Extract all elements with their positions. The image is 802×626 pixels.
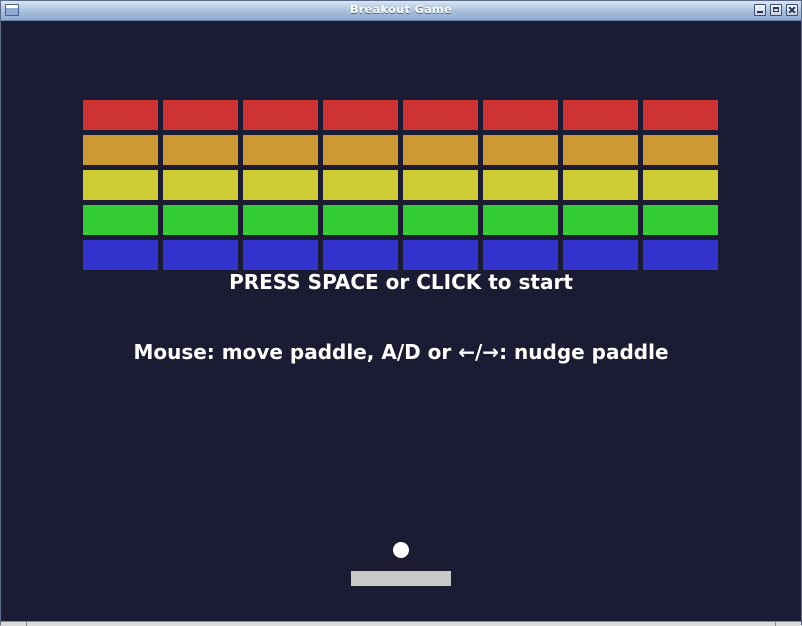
brick (243, 135, 318, 165)
brick (563, 240, 638, 270)
brick (563, 205, 638, 235)
brick (323, 100, 398, 130)
brick (243, 100, 318, 130)
brick (643, 205, 718, 235)
ball (393, 542, 409, 558)
brick (563, 135, 638, 165)
bottom-edge-divider-right (775, 622, 776, 626)
brick (83, 100, 158, 130)
brick (83, 135, 158, 165)
brick (403, 100, 478, 130)
brick (483, 170, 558, 200)
brick (323, 240, 398, 270)
brick (483, 240, 558, 270)
bottom-edge-divider-left (26, 622, 27, 626)
brick (163, 100, 238, 130)
brick (403, 170, 478, 200)
brick (643, 170, 718, 200)
window-title: Breakout Game (349, 3, 453, 16)
brick (243, 205, 318, 235)
close-button[interactable] (786, 4, 798, 16)
brick (563, 100, 638, 130)
title-bar[interactable]: Breakout Game (1, 1, 801, 21)
brick (83, 240, 158, 270)
brick (243, 240, 318, 270)
brick (163, 240, 238, 270)
brick (323, 170, 398, 200)
brick (403, 240, 478, 270)
brick (83, 170, 158, 200)
brick (483, 135, 558, 165)
game-canvas[interactable]: PRESS SPACE or CLICK to start Mouse: mov… (1, 21, 801, 621)
paddle[interactable] (351, 571, 451, 586)
brick (643, 100, 718, 130)
brick (403, 135, 478, 165)
game-window: Breakout Game PRESS SPACE or CLICK to st… (0, 0, 802, 626)
window-bottom-edge (1, 621, 801, 626)
maximize-button[interactable] (770, 4, 782, 16)
brick (163, 205, 238, 235)
brick (163, 170, 238, 200)
brick (83, 205, 158, 235)
minimize-button[interactable] (754, 4, 766, 16)
brick (403, 205, 478, 235)
brick (643, 135, 718, 165)
brick (243, 170, 318, 200)
brick (483, 205, 558, 235)
controls-help: Mouse: move paddle, A/D or ←/→: nudge pa… (133, 340, 669, 364)
start-message: PRESS SPACE or CLICK to start (229, 270, 573, 294)
brick (323, 135, 398, 165)
brick (563, 170, 638, 200)
brick (483, 100, 558, 130)
brick (323, 205, 398, 235)
brick (643, 240, 718, 270)
brick (163, 135, 238, 165)
